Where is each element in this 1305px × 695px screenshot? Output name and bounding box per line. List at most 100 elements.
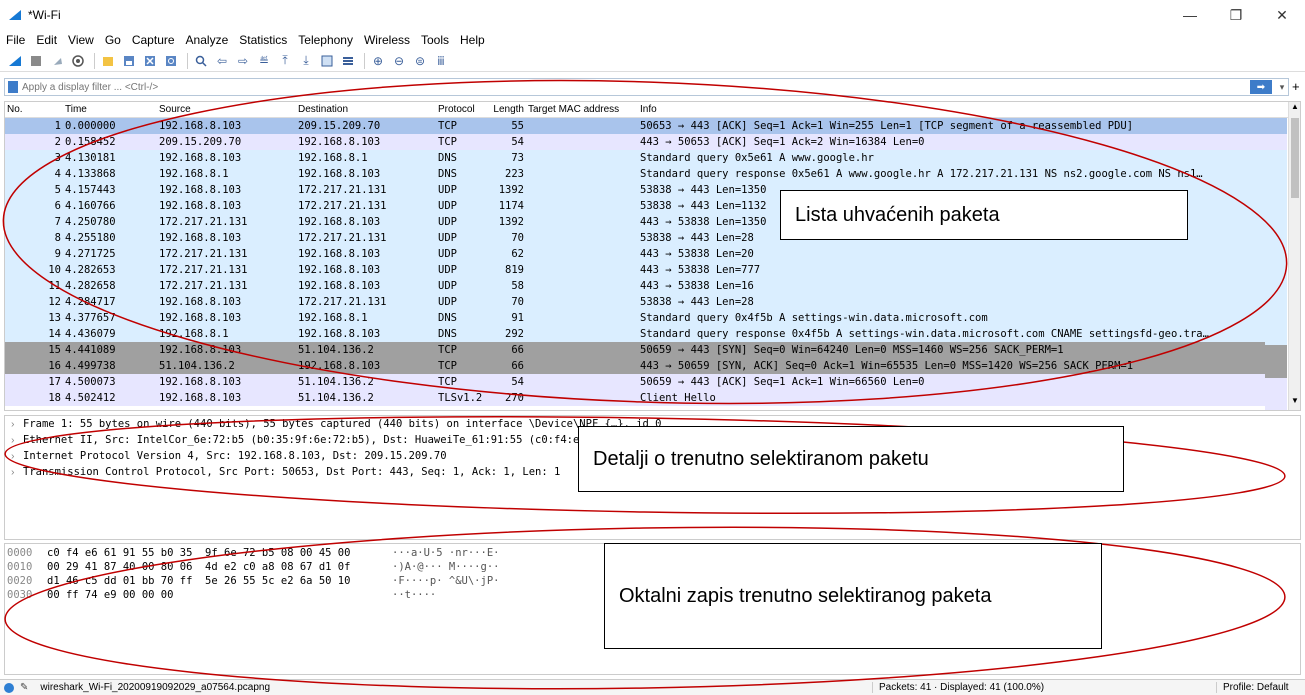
packet-row[interactable]: 17 4.500073 192.168.8.103 51.104.136.2 TCP 54… bbox=[5, 374, 1265, 390]
packet-list[interactable]: No. Time Source Destination Protocol Len… bbox=[4, 101, 1301, 411]
chevron-down-icon[interactable]: ▾ bbox=[1276, 82, 1288, 93]
cell-destination: 192.168.8.103 bbox=[298, 136, 381, 148]
scroll-thumb[interactable] bbox=[1291, 118, 1299, 198]
cell-source: 192.168.8.103 bbox=[159, 200, 242, 212]
chevron-right-icon[interactable]: › bbox=[11, 434, 23, 446]
open-file-icon[interactable] bbox=[99, 53, 117, 69]
menu-view[interactable]: View bbox=[68, 33, 94, 47]
autoscroll-icon[interactable] bbox=[318, 53, 336, 69]
cell-length: 55 bbox=[511, 120, 524, 132]
edit-comment-icon[interactable]: ✎ bbox=[20, 682, 28, 693]
colorize-icon[interactable] bbox=[339, 53, 357, 69]
menu-file[interactable]: File bbox=[6, 33, 25, 47]
packet-row[interactable]: 12 4.284717 192.168.8.103 172.217.21.131 UDP… bbox=[5, 294, 1265, 310]
cell-no: 4 bbox=[54, 168, 61, 180]
chevron-right-icon[interactable]: › bbox=[11, 418, 23, 430]
add-filter-button[interactable]: + bbox=[1292, 79, 1300, 94]
arrow-right-icon[interactable]: ➡ bbox=[1250, 80, 1272, 94]
column-header-time[interactable]: Time bbox=[65, 104, 159, 115]
bookmark-icon[interactable] bbox=[8, 81, 18, 93]
callout-packet-bytes: Oktalni zapis trenutno selektiranog pake… bbox=[604, 543, 1102, 649]
cell-no: 9 bbox=[54, 248, 61, 260]
last-packet-icon[interactable]: ⤓ bbox=[297, 53, 315, 69]
packet-count: Packets: 41 · Displayed: 41 (100.0%) bbox=[872, 682, 1044, 693]
minimap-segment bbox=[1265, 150, 1287, 167]
menu-analyze[interactable]: Analyze bbox=[186, 33, 229, 47]
packet-row[interactable]: 16 4.499738 51.104.136.2 192.168.8.103 TCP 66… bbox=[5, 358, 1265, 374]
packet-row[interactable]: 14 4.436079 192.168.8.1 192.168.8.103 DNS 292… bbox=[5, 326, 1265, 342]
find-packet-icon[interactable] bbox=[192, 53, 210, 69]
column-header-protocol[interactable]: Protocol bbox=[438, 104, 478, 115]
packet-row[interactable]: 10 4.282653 172.217.21.131 192.168.8.103 UDP… bbox=[5, 262, 1265, 278]
expert-info-icon[interactable] bbox=[4, 682, 14, 693]
display-filter-input[interactable] bbox=[22, 81, 1250, 93]
cell-time: 0.000000 bbox=[65, 120, 116, 132]
packet-row[interactable]: 18 4.502412 192.168.8.103 51.104.136.2 TLSv1… bbox=[5, 390, 1265, 406]
menu-edit[interactable]: Edit bbox=[36, 33, 57, 47]
packet-row[interactable]: 2 0.158452 209.15.209.70 192.168.8.103 TCP 54… bbox=[5, 134, 1265, 150]
go-forward-icon[interactable]: ⇨ bbox=[234, 53, 252, 69]
cell-destination: 209.15.209.70 bbox=[298, 120, 381, 132]
menu-help[interactable]: Help bbox=[460, 33, 485, 47]
chevron-right-icon[interactable]: › bbox=[11, 466, 23, 478]
maximize-button[interactable]: ❐ bbox=[1213, 0, 1259, 30]
menu-go[interactable]: Go bbox=[105, 33, 121, 47]
display-filter-bar[interactable]: ➡ ▾ bbox=[4, 78, 1289, 96]
scroll-down-icon[interactable]: ▼ bbox=[1289, 396, 1300, 410]
menu-tools[interactable]: Tools bbox=[421, 33, 449, 47]
cell-source: 192.168.8.103 bbox=[159, 120, 242, 132]
column-header-info[interactable]: Info bbox=[640, 104, 1300, 115]
menu-wireless[interactable]: Wireless bbox=[364, 33, 410, 47]
profile-label[interactable]: Profile: Default bbox=[1216, 682, 1289, 693]
cell-source: 209.15.209.70 bbox=[159, 136, 242, 148]
packet-row[interactable]: 9 4.271725 172.217.21.131 192.168.8.103 UDP 6… bbox=[5, 246, 1265, 262]
minimize-button[interactable]: — bbox=[1167, 0, 1213, 30]
packet-list-header: No. Time Source Destination Protocol Len… bbox=[5, 102, 1300, 118]
close-file-icon[interactable] bbox=[141, 53, 159, 69]
packet-row[interactable]: 13 4.377657 192.168.8.103 192.168.8.1 DNS 91 S… bbox=[5, 310, 1265, 326]
resize-columns-icon[interactable]: ⅲ bbox=[432, 53, 450, 69]
minimap-segment bbox=[1265, 215, 1287, 232]
column-header-length[interactable]: Length bbox=[478, 104, 528, 115]
reload-file-icon[interactable] bbox=[162, 53, 180, 69]
column-header-mac[interactable]: Target MAC address bbox=[528, 104, 640, 115]
first-packet-icon[interactable]: ⤒ bbox=[276, 53, 294, 69]
restart-capture-icon[interactable] bbox=[48, 53, 66, 69]
close-button[interactable]: ✕ bbox=[1259, 0, 1305, 30]
cell-time: 4.271725 bbox=[65, 248, 116, 260]
column-header-source[interactable]: Source bbox=[159, 104, 298, 115]
capture-options-icon[interactable] bbox=[69, 53, 87, 69]
save-file-icon[interactable] bbox=[120, 53, 138, 69]
cell-protocol: DNS bbox=[438, 152, 457, 164]
scroll-up-icon[interactable]: ▲ bbox=[1289, 102, 1300, 116]
column-header-destination[interactable]: Destination bbox=[298, 104, 438, 115]
menu-telephony[interactable]: Telephony bbox=[298, 33, 353, 47]
packet-row[interactable]: 4 4.133868 192.168.8.1 192.168.8.103 DNS 223 S… bbox=[5, 166, 1265, 182]
packet-row[interactable]: 1 0.000000 192.168.8.103 209.15.209.70 TCP 55… bbox=[5, 118, 1265, 134]
cell-destination: 192.168.8.103 bbox=[298, 328, 381, 340]
main-toolbar: ⇦ ⇨ ≝ ⤒ ⤓ ⊕ ⊖ ⊜ ⅲ bbox=[0, 50, 1305, 72]
menu-statistics[interactable]: Statistics bbox=[239, 33, 287, 47]
cell-source: 172.217.21.131 bbox=[159, 248, 248, 260]
callout-packet-list: Lista uhvaćenih paketa bbox=[780, 190, 1188, 240]
cell-protocol: TCP bbox=[438, 376, 457, 388]
go-back-icon[interactable]: ⇦ bbox=[213, 53, 231, 69]
packet-row[interactable]: 3 4.130181 192.168.8.103 192.168.8.1 DNS 73 St… bbox=[5, 150, 1265, 166]
cell-info: Standard query response 0x4f5b A setting… bbox=[640, 328, 1209, 340]
start-capture-icon[interactable] bbox=[6, 53, 24, 69]
minimap-segment bbox=[1265, 118, 1287, 135]
cell-length: 62 bbox=[511, 248, 524, 260]
stop-capture-icon[interactable] bbox=[27, 53, 45, 69]
packet-minimap[interactable] bbox=[1265, 118, 1287, 410]
zoom-in-icon[interactable]: ⊕ bbox=[369, 53, 387, 69]
column-header-no[interactable]: No. bbox=[5, 104, 65, 115]
go-to-packet-icon[interactable]: ≝ bbox=[255, 53, 273, 69]
packet-row[interactable]: 11 4.282658 172.217.21.131 192.168.8.103 UDP… bbox=[5, 278, 1265, 294]
packet-list-scrollbar[interactable]: ▲ ▼ bbox=[1288, 102, 1300, 410]
zoom-out-icon[interactable]: ⊖ bbox=[390, 53, 408, 69]
cell-length: 1392 bbox=[498, 184, 524, 196]
packet-row[interactable]: 15 4.441089 192.168.8.103 51.104.136.2 TCP 66… bbox=[5, 342, 1265, 358]
zoom-reset-icon[interactable]: ⊜ bbox=[411, 53, 429, 69]
menu-capture[interactable]: Capture bbox=[132, 33, 175, 47]
chevron-right-icon[interactable]: › bbox=[11, 450, 23, 462]
